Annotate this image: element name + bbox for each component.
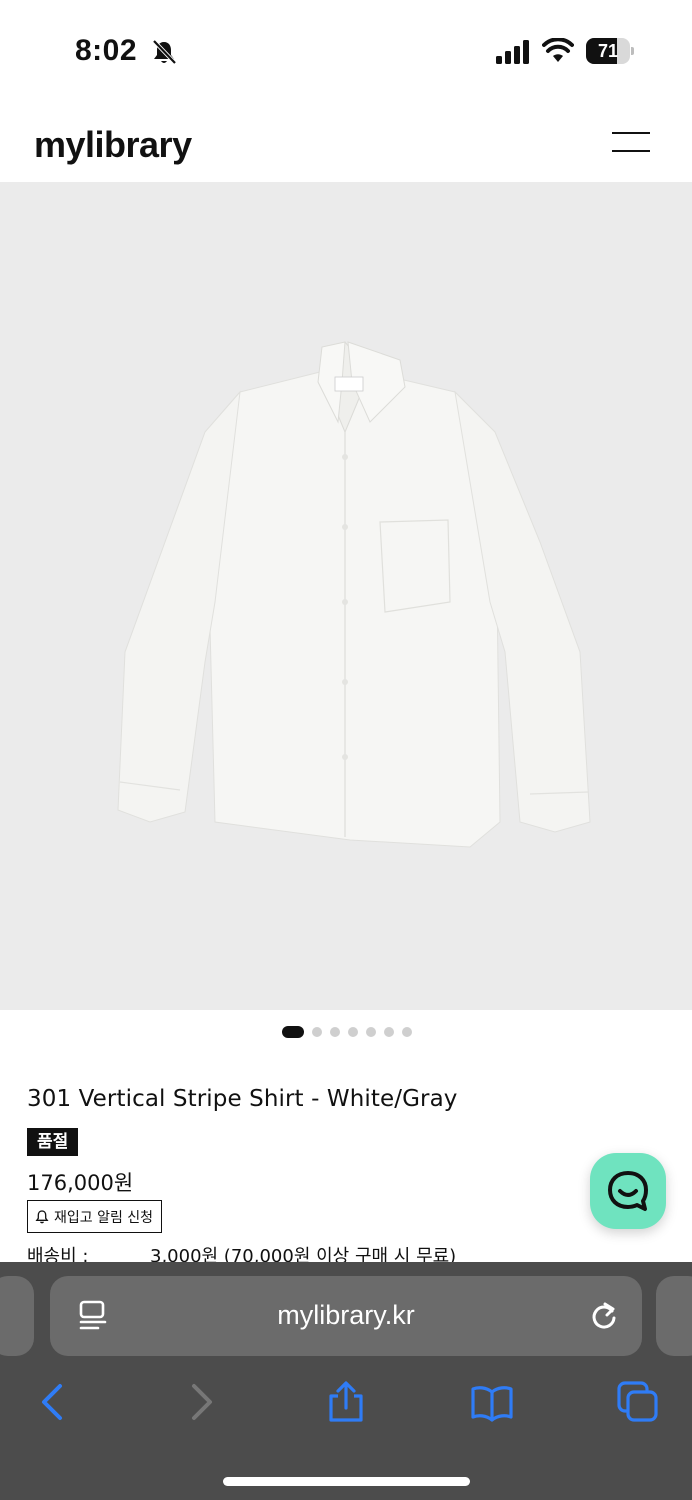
browser-toolbar (0, 1372, 692, 1432)
carousel-dot[interactable] (312, 1027, 322, 1037)
shipping-info: 배송비 : 3,000원 (70,000원 이상 구매 시 무료) (27, 1242, 667, 1264)
product-title: 301 Vertical Stripe Shirt - White/Gray (27, 1086, 458, 1112)
carousel-dots[interactable] (282, 1026, 412, 1038)
soldout-badge: 품절 (27, 1128, 79, 1156)
shirt-illustration (117, 341, 591, 848)
back-icon[interactable] (30, 1380, 74, 1424)
next-tab-peek[interactable] (656, 1276, 692, 1356)
carousel-dot[interactable] (282, 1026, 304, 1038)
status-time: 8:02 (75, 34, 138, 67)
carousel-dot[interactable] (402, 1027, 412, 1037)
share-icon[interactable] (324, 1380, 368, 1424)
browser-bottom-bar: mylibrary.kr (0, 1262, 692, 1500)
carousel-dot[interactable] (366, 1027, 376, 1037)
reload-icon[interactable] (588, 1300, 620, 1332)
cellular-signal-icon (496, 40, 529, 64)
restock-alert-button[interactable]: 재입고 알림 신청 (27, 1200, 163, 1233)
bell-slash-icon (152, 39, 177, 65)
chat-button[interactable] (590, 1153, 666, 1229)
tabs-icon[interactable] (616, 1380, 660, 1424)
site-logo[interactable]: mylibrary (34, 124, 192, 166)
product-image[interactable] (0, 182, 692, 1010)
url-text[interactable]: mylibrary.kr (50, 1300, 642, 1331)
restock-alert-label: 재입고 알림 신청 (54, 1209, 154, 1226)
carousel-dot[interactable] (330, 1027, 340, 1037)
status-bar: 8:02 71 (0, 0, 692, 100)
home-indicator[interactable] (223, 1477, 470, 1486)
shipping-label: 배송비 : (27, 1246, 89, 1264)
forward-icon[interactable] (180, 1380, 224, 1424)
chat-smile-icon (608, 1171, 648, 1211)
hamburger-menu-icon[interactable] (608, 130, 654, 156)
wifi-icon (542, 38, 574, 62)
address-bar[interactable]: mylibrary.kr (50, 1276, 642, 1356)
bell-icon (35, 1209, 49, 1223)
battery-icon: 71 (586, 38, 634, 64)
shipping-value: 3,000원 (70,000원 이상 구매 시 무료) (150, 1246, 457, 1264)
battery-level: 71 (597, 41, 619, 61)
carousel-dot[interactable] (384, 1027, 394, 1037)
previous-tab-peek[interactable] (0, 1276, 34, 1356)
bookmarks-icon[interactable] (470, 1380, 514, 1424)
product-price: 176,000원 (27, 1171, 134, 1195)
carousel-dot[interactable] (348, 1027, 358, 1037)
site-header: mylibrary (0, 100, 692, 182)
